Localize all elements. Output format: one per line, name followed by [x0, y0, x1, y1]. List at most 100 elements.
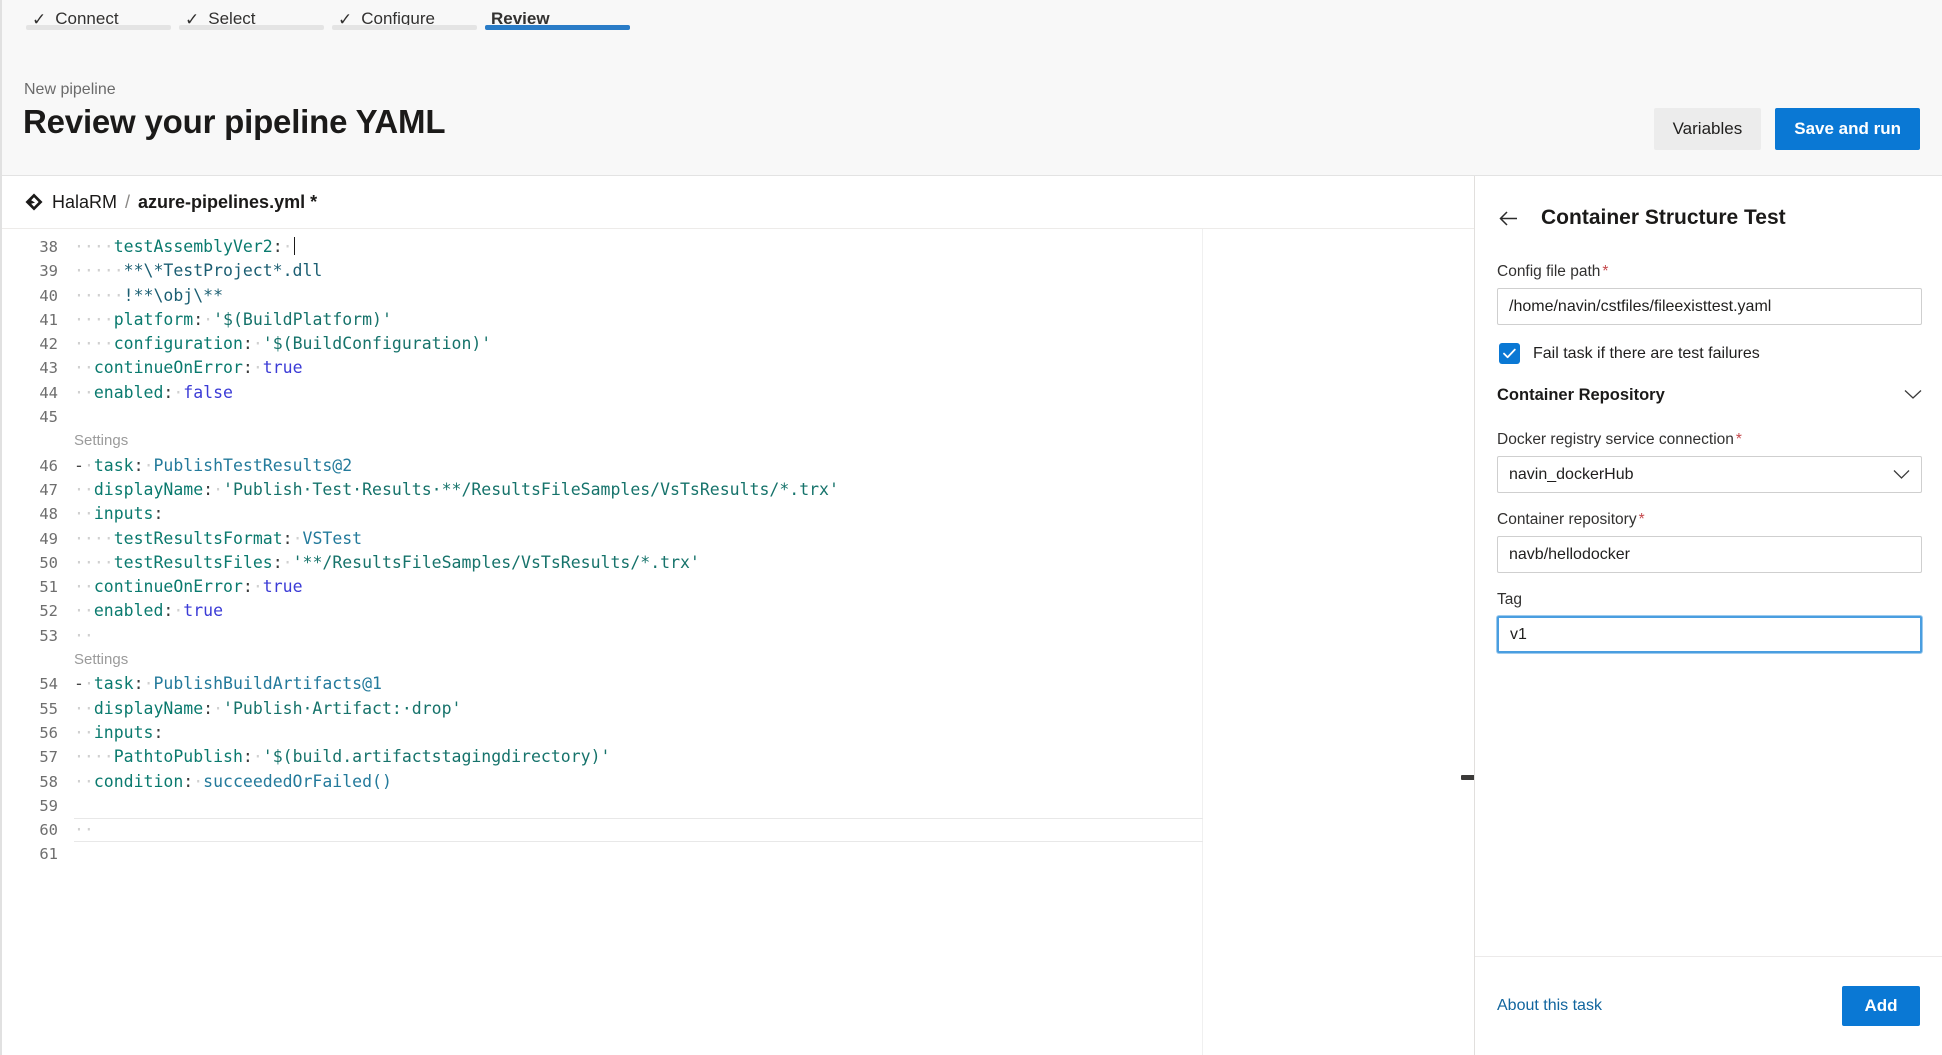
wizard-step-configure[interactable]: ✓Configure — [330, 0, 483, 38]
line-number: 41 — [2, 308, 58, 332]
token-str: '$(BuildConfiguration)' — [263, 334, 491, 353]
wizard-step-review[interactable]: Review — [483, 0, 636, 38]
config-file-path-label: Config file path* — [1497, 263, 1922, 281]
docker-registry-select-wrapper[interactable] — [1497, 456, 1922, 493]
token-key: enabled — [94, 601, 164, 620]
token-dot: · — [84, 456, 94, 475]
breadcrumb-repo[interactable]: HalaRM — [52, 192, 117, 213]
container-repository-section-title: Container Repository — [1497, 386, 1665, 405]
tag-input[interactable] — [1497, 616, 1922, 653]
code-line[interactable]: 39 ·····**\*TestProject*.dll — [2, 259, 1475, 283]
token-key2: VSTest — [303, 529, 363, 548]
yaml-editor-pane: HalaRM / azure-pipelines.yml * 38····tes… — [2, 176, 1475, 1055]
line-number: 43 — [2, 356, 58, 380]
code-line-content: ····testResultsFormat:·VSTest — [74, 527, 362, 551]
wizard-step-progress-bar — [485, 25, 630, 30]
code-line-content: ·····**\*TestProject*.dll — [74, 259, 322, 283]
token-dot: · — [283, 237, 293, 256]
fail-task-checkbox[interactable] — [1499, 343, 1520, 364]
settings-link[interactable]: Settings — [74, 648, 128, 672]
token-punc: : — [243, 577, 253, 596]
code-line[interactable]: 49 ····testResultsFormat:·VSTest — [2, 527, 1475, 551]
required-asterisk: * — [1736, 431, 1742, 448]
wizard-step-connect[interactable]: ✓Connect — [24, 0, 177, 38]
code-line[interactable]: 42····configuration:·'$(BuildConfigurati… — [2, 332, 1475, 356]
container-repository-input[interactable] — [1497, 536, 1922, 573]
token-bool: false — [183, 383, 233, 402]
code-line[interactable]: 43··continueOnError:·true — [2, 356, 1475, 380]
code-line[interactable]: 61 — [2, 842, 1475, 866]
token-plain: !**\obj\** — [124, 286, 223, 305]
code-line[interactable]: 45 — [2, 405, 1475, 429]
wizard-step-select[interactable]: ✓Select — [177, 0, 330, 38]
code-line[interactable]: 58··condition:·succeededOrFailed() — [2, 770, 1475, 794]
line-number: 50 — [2, 551, 58, 575]
settings-link[interactable]: Settings — [74, 429, 128, 453]
code-line-content: ··displayName:·'Publish·Artifact:·drop' — [74, 697, 461, 721]
config-file-path-input[interactable] — [1497, 288, 1922, 325]
token-bool: true — [263, 577, 303, 596]
code-line[interactable]: 38····testAssemblyVer2:· — [2, 235, 1475, 259]
add-button[interactable]: Add — [1842, 986, 1920, 1026]
code-line[interactable]: 56··inputs: — [2, 721, 1475, 745]
indent-guide: ·· — [74, 383, 94, 402]
docker-registry-select[interactable] — [1497, 456, 1922, 493]
token-punc: : — [243, 334, 253, 353]
code-line[interactable]: 41····platform:·'$(BuildPlatform)' — [2, 308, 1475, 332]
code-line-content: ····configuration:·'$(BuildConfiguration… — [74, 332, 491, 356]
code-line-content: ····testResultsFiles:·'**/ResultsFileSam… — [74, 551, 700, 575]
token-dot: · — [253, 747, 263, 766]
about-this-task-link[interactable]: About this task — [1497, 997, 1602, 1015]
indent-guide: ···· — [74, 529, 114, 548]
wizard-step-bar: ✓Connect✓Select✓ConfigureReview — [2, 0, 1942, 54]
save-and-run-button[interactable]: Save and run — [1775, 108, 1920, 150]
task-config-panel: Container Structure Test Config file pat… — [1475, 176, 1942, 1055]
code-line[interactable]: 47··displayName:·'Publish·Test·Results·*… — [2, 478, 1475, 502]
line-number: 54 — [2, 672, 58, 696]
code-line[interactable]: 51··continueOnError:·true — [2, 575, 1475, 599]
code-line[interactable]: 44··enabled:·false — [2, 381, 1475, 405]
line-number: 57 — [2, 745, 58, 769]
code-line[interactable]: 40·····!**\obj\** — [2, 284, 1475, 308]
code-line[interactable]: 52··enabled:·true — [2, 599, 1475, 623]
indent-guide: ·· — [74, 480, 94, 499]
line-number: 61 — [2, 842, 58, 866]
code-editor[interactable]: 38····testAssemblyVer2:·39 ·····**\*TestP… — [2, 229, 1475, 1055]
line-number: 48 — [2, 502, 58, 526]
token-str: '$(BuildPlatform)' — [213, 310, 392, 329]
back-arrow-icon[interactable] — [1497, 207, 1520, 230]
token-key: task — [94, 674, 134, 693]
fail-task-checkbox-row[interactable]: Fail task if there are test failures — [1499, 343, 1922, 364]
breadcrumb-separator: / — [125, 192, 130, 213]
token-dot: · — [84, 674, 94, 693]
code-line[interactable]: 48 ··inputs: — [2, 502, 1475, 526]
code-line[interactable]: 59 — [2, 794, 1475, 818]
code-line[interactable]: 53·· — [2, 624, 1475, 648]
token-key: inputs — [94, 723, 154, 742]
token-dot: · — [293, 529, 303, 548]
token-punc: : — [203, 699, 213, 718]
code-line-content: ··enabled:·true — [74, 599, 223, 623]
panel-title: Container Structure Test — [1541, 206, 1786, 230]
config-file-path-label-text: Config file path — [1497, 263, 1600, 280]
code-line[interactable]: 57····PathtoPublish:·'$(build.artifactst… — [2, 745, 1475, 769]
code-line-content: ··inputs: — [74, 502, 163, 526]
token-punc: : — [243, 358, 253, 377]
token-key2: PublishTestResults@2 — [154, 456, 353, 475]
checkmark-icon — [1503, 348, 1516, 359]
code-line[interactable]: 50 ····testResultsFiles:·'**/ResultsFileS… — [2, 551, 1475, 575]
token-punc: : — [183, 772, 193, 791]
code-line[interactable]: 55··displayName:·'Publish·Artifact:·drop… — [2, 697, 1475, 721]
token-punc: : — [283, 529, 293, 548]
token-punc: : — [153, 723, 163, 742]
container-repository-section-header[interactable]: Container Repository — [1497, 386, 1922, 405]
editor-settings-annotation[interactable]: Settings — [2, 429, 1475, 453]
code-line[interactable]: 46-·task:·PublishTestResults@2 — [2, 454, 1475, 478]
line-number: 39 — [2, 259, 58, 283]
editor-settings-annotation[interactable]: Settings — [2, 648, 1475, 672]
code-line[interactable]: 54-·task:·PublishBuildArtifacts@1 — [2, 672, 1475, 696]
line-number: 49 — [2, 527, 58, 551]
code-line[interactable]: 60·· — [2, 818, 1475, 842]
chevron-down-icon[interactable] — [1904, 387, 1922, 405]
variables-button[interactable]: Variables — [1654, 108, 1762, 150]
